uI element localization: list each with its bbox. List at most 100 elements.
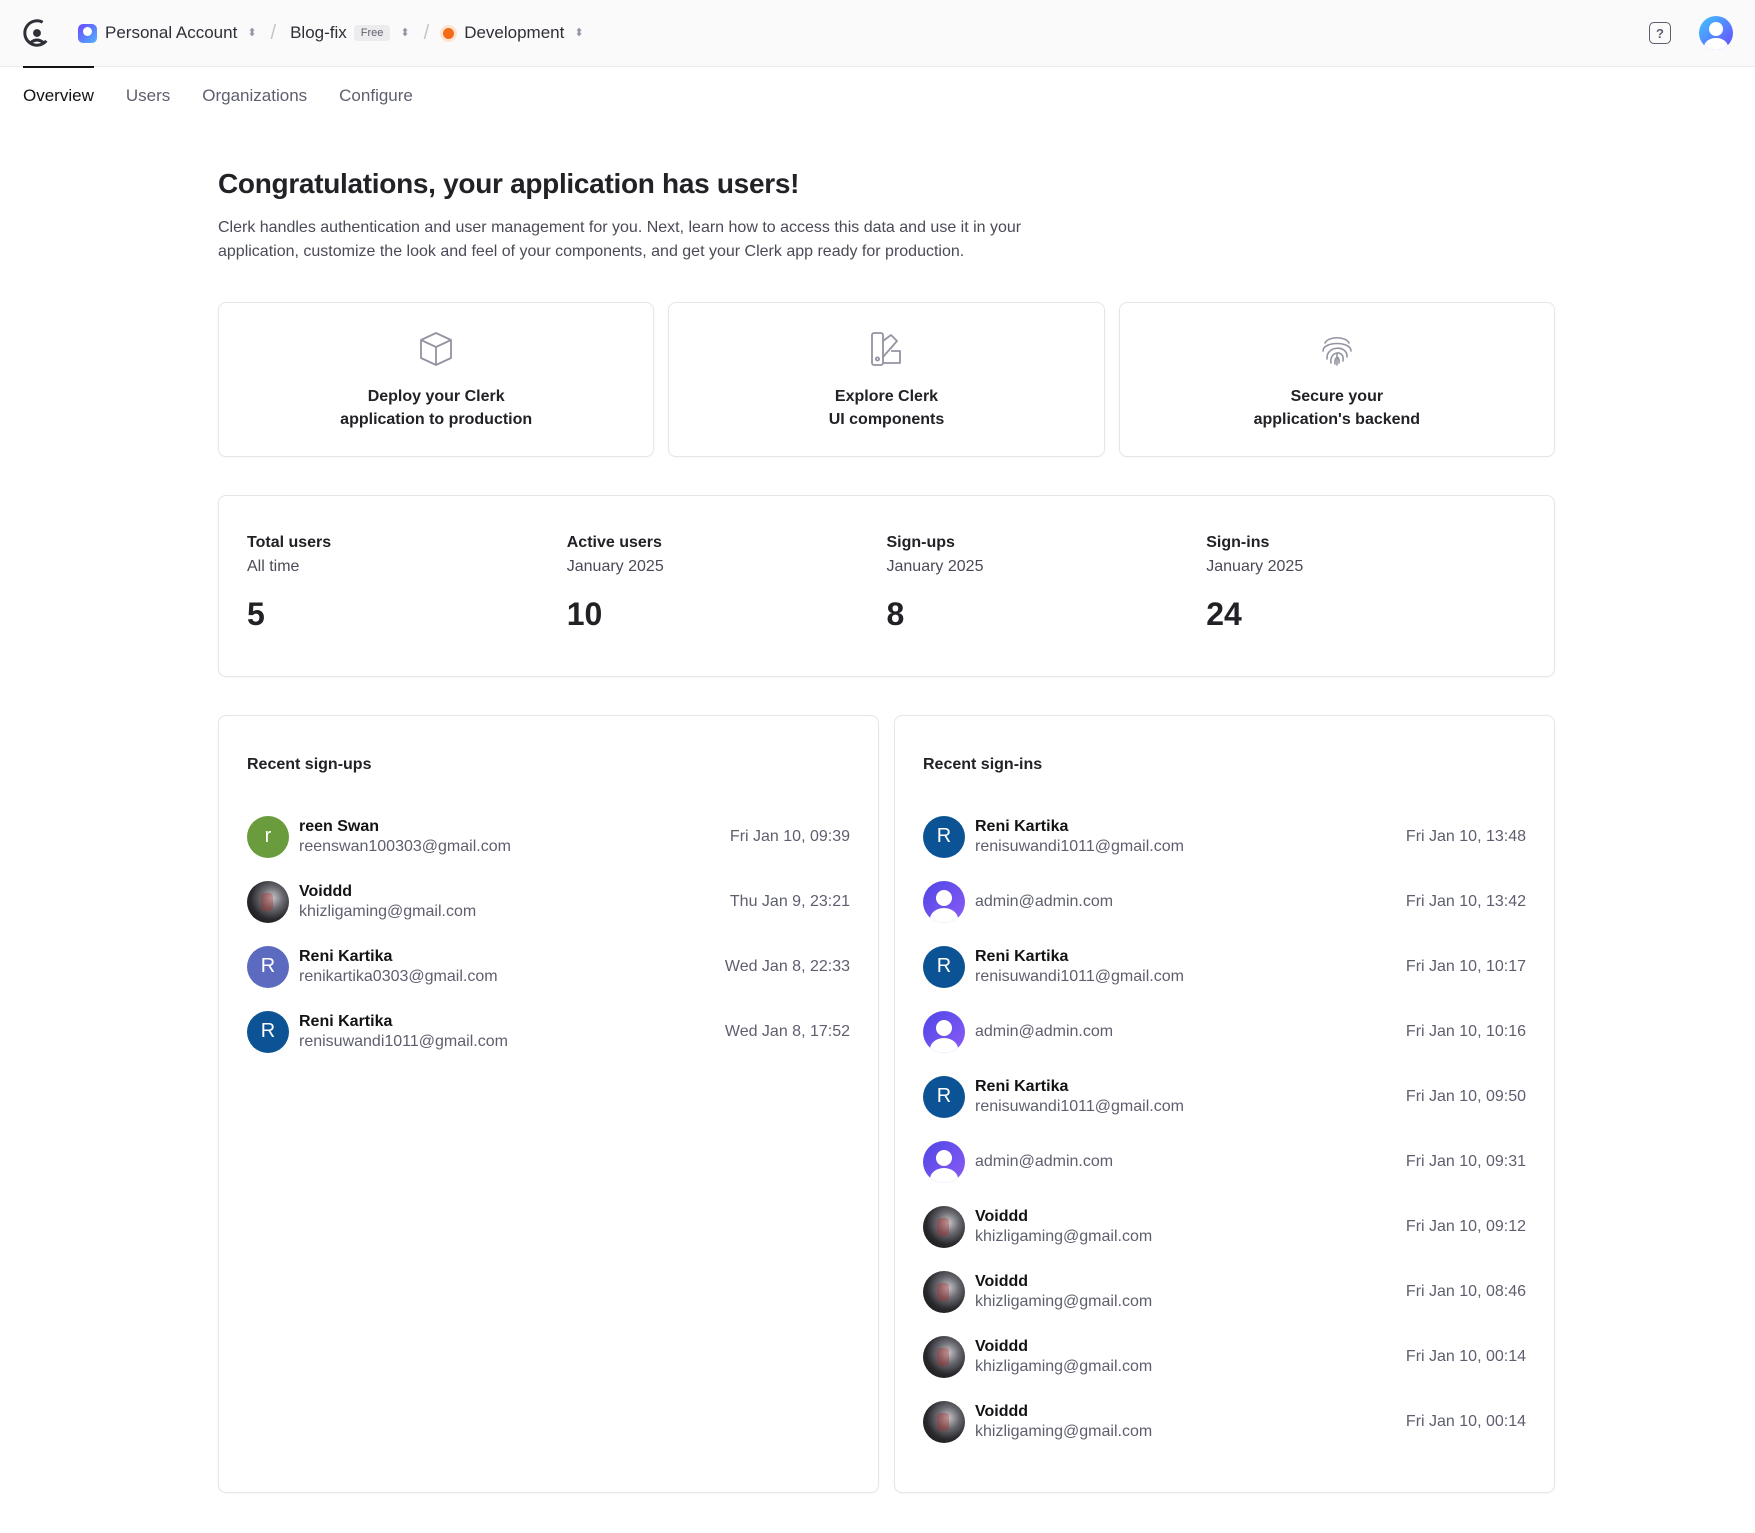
account-switcher[interactable]: Personal Account ⬍	[78, 23, 257, 43]
box-icon	[420, 331, 453, 366]
chevron-updown-icon: ⬍	[574, 26, 584, 39]
stats-panel: Total users All time 5 Active users Janu…	[218, 495, 1555, 677]
user-identity: Voiddd khizligaming@gmail.com	[975, 1207, 1406, 1247]
activity-timestamp: Wed Jan 8, 22:33	[724, 957, 850, 975]
tab-organizations[interactable]: Organizations	[202, 67, 307, 125]
activity-timestamp: Fri Jan 10, 08:46	[1405, 1282, 1526, 1300]
user-avatar	[923, 1010, 965, 1053]
user-avatar	[923, 1205, 965, 1248]
action-line: Deploy your Clerk	[367, 387, 505, 405]
user-email: renisuwandi1011@gmail.com	[975, 1097, 1184, 1115]
user-row[interactable]: r reen Swan reenswan100303@gmail.com Fri Ja…	[247, 804, 850, 869]
explore-card-title: Explore Clerk UI components	[829, 385, 945, 431]
user-avatar: r	[247, 815, 289, 858]
user-name: Reni Kartika	[299, 947, 393, 965]
stat-value: 5	[247, 596, 265, 632]
user-row[interactable]: admin@admin.com Fri Jan 10, 09:31	[923, 1129, 1526, 1194]
user-email: khizligaming@gmail.com	[299, 902, 477, 920]
account-icon	[78, 23, 97, 43]
activity-timestamp: Fri Jan 10, 09:31	[1405, 1152, 1526, 1170]
activity-timestamp: Fri Jan 10, 09:39	[729, 827, 850, 845]
user-avatar	[923, 1270, 965, 1313]
user-identity: reen Swan reenswan100303@gmail.com	[299, 817, 730, 857]
user-row[interactable]: Voiddd khizligaming@gmail.com Fri Jan 10, …	[923, 1389, 1526, 1454]
stat-label: Sign-ups	[886, 534, 955, 551]
user-name: Voiddd	[299, 882, 353, 900]
user-row[interactable]: R Reni Kartika renisuwandi1011@gmail.com We…	[247, 999, 850, 1064]
user-row[interactable]: admin@admin.com Fri Jan 10, 10:16	[923, 999, 1526, 1064]
stat-label: Total users	[247, 534, 332, 551]
user-identity: admin@admin.com	[975, 892, 1406, 912]
user-name: Voiddd	[975, 1402, 1029, 1420]
environment-switcher[interactable]: Development ⬍	[443, 23, 584, 43]
recent-signups-list: r reen Swan reenswan100303@gmail.com Fri Ja…	[247, 804, 850, 1064]
tab-users[interactable]: Users	[126, 67, 170, 125]
tab-bar: Overview Users Organizations Configure	[0, 65, 1755, 125]
environment-name: Development	[464, 23, 565, 42]
explore-components-card[interactable]: Explore Clerk UI components	[668, 302, 1105, 457]
user-row[interactable]: Voiddd khizligaming@gmail.com Fri Jan 10, …	[923, 1259, 1526, 1324]
account-name: Personal Account	[105, 23, 238, 42]
activity-timestamp: Fri Jan 10, 09:12	[1405, 1217, 1526, 1235]
user-row[interactable]: R Reni Kartika renisuwandi1011@gmail.com Fr…	[923, 934, 1526, 999]
user-avatar	[923, 880, 965, 923]
user-identity: admin@admin.com	[975, 1022, 1406, 1042]
user-row[interactable]: R Reni Kartika renisuwandi1011@gmail.com Fr…	[923, 804, 1526, 869]
overview-content: Congratulations, your application has us…	[218, 168, 1555, 1493]
activity-timestamp: Fri Jan 10, 00:14	[1405, 1347, 1526, 1365]
user-row[interactable]: Voiddd khizligaming@gmail.com Thu Jan 9, 2…	[247, 869, 850, 934]
stat-sign-ups: Sign-ups January 2025 8	[887, 534, 1207, 676]
help-icon[interactable]: ?	[1649, 22, 1671, 44]
user-email: khizligaming@gmail.com	[975, 1227, 1153, 1245]
clerk-logo-icon[interactable]	[22, 18, 52, 48]
user-name: Reni Kartika	[975, 817, 1069, 835]
user-identity: Reni Kartika renisuwandi1011@gmail.com	[299, 1012, 725, 1052]
user-row[interactable]: Voiddd khizligaming@gmail.com Fri Jan 10, …	[923, 1324, 1526, 1389]
deploy-card[interactable]: Deploy your Clerk application to product…	[218, 302, 655, 457]
stat-label: Active users	[566, 534, 662, 551]
user-avatar: R	[923, 1075, 965, 1118]
user-avatar	[923, 1335, 965, 1378]
chevron-updown-icon: ⬍	[247, 26, 257, 39]
recent-signins-card: Recent sign-ins R Reni Kartika renisuwandi…	[894, 715, 1555, 1493]
page-description: Clerk handles authentication and user ma…	[218, 219, 1022, 260]
stat-value: 8	[886, 596, 905, 632]
stat-period: January 2025	[1206, 558, 1304, 575]
user-avatar: R	[247, 945, 289, 988]
user-email: renisuwandi1011@gmail.com	[299, 1032, 508, 1050]
user-avatar[interactable]	[1699, 16, 1733, 50]
user-avatar	[923, 1140, 965, 1183]
user-avatar	[923, 1400, 965, 1443]
tab-overview[interactable]: Overview	[23, 65, 94, 125]
user-name: Voiddd	[975, 1207, 1029, 1225]
recent-signups-card: Recent sign-ups r reen Swan reenswan100303…	[218, 715, 879, 1493]
user-email: admin@admin.com	[975, 892, 1114, 910]
user-name: Reni Kartika	[975, 1077, 1069, 1095]
user-row[interactable]: R Reni Kartika renikartika0303@gmail.com We…	[247, 934, 850, 999]
activity-timestamp: Fri Jan 10, 13:42	[1405, 892, 1526, 910]
user-email: renisuwandi1011@gmail.com	[975, 967, 1184, 985]
user-identity: admin@admin.com	[975, 1152, 1406, 1172]
stat-period: All time	[247, 558, 300, 575]
recent-signins-title: Recent sign-ins	[923, 756, 1043, 773]
user-name: Reni Kartika	[975, 947, 1069, 965]
stat-total-users: Total users All time 5	[247, 534, 567, 676]
secure-backend-card[interactable]: Secure your application's backend	[1118, 302, 1555, 457]
user-email: reenswan100303@gmail.com	[299, 837, 511, 855]
user-email: khizligaming@gmail.com	[975, 1422, 1153, 1440]
user-identity: Voiddd khizligaming@gmail.com	[975, 1402, 1406, 1442]
action-line: application's backend	[1253, 410, 1421, 428]
application-switcher[interactable]: Blog-fix Free ⬍	[290, 23, 410, 43]
user-row[interactable]: Voiddd khizligaming@gmail.com Fri Jan 10, …	[923, 1194, 1526, 1259]
user-identity: Reni Kartika renisuwandi1011@gmail.com	[975, 1077, 1406, 1117]
tab-configure[interactable]: Configure	[339, 67, 413, 125]
application-name: Blog-fix	[290, 23, 347, 42]
user-email: khizligaming@gmail.com	[975, 1357, 1153, 1375]
user-row[interactable]: R Reni Kartika renisuwandi1011@gmail.com Fr…	[923, 1064, 1526, 1129]
user-email: admin@admin.com	[975, 1022, 1114, 1040]
stat-active-users: Active users January 2025 10	[567, 534, 887, 676]
user-row[interactable]: admin@admin.com Fri Jan 10, 13:42	[923, 869, 1526, 934]
recent-signups-title: Recent sign-ups	[247, 756, 372, 773]
activity-timestamp: Fri Jan 10, 10:17	[1405, 957, 1526, 975]
user-email: admin@admin.com	[975, 1152, 1114, 1170]
